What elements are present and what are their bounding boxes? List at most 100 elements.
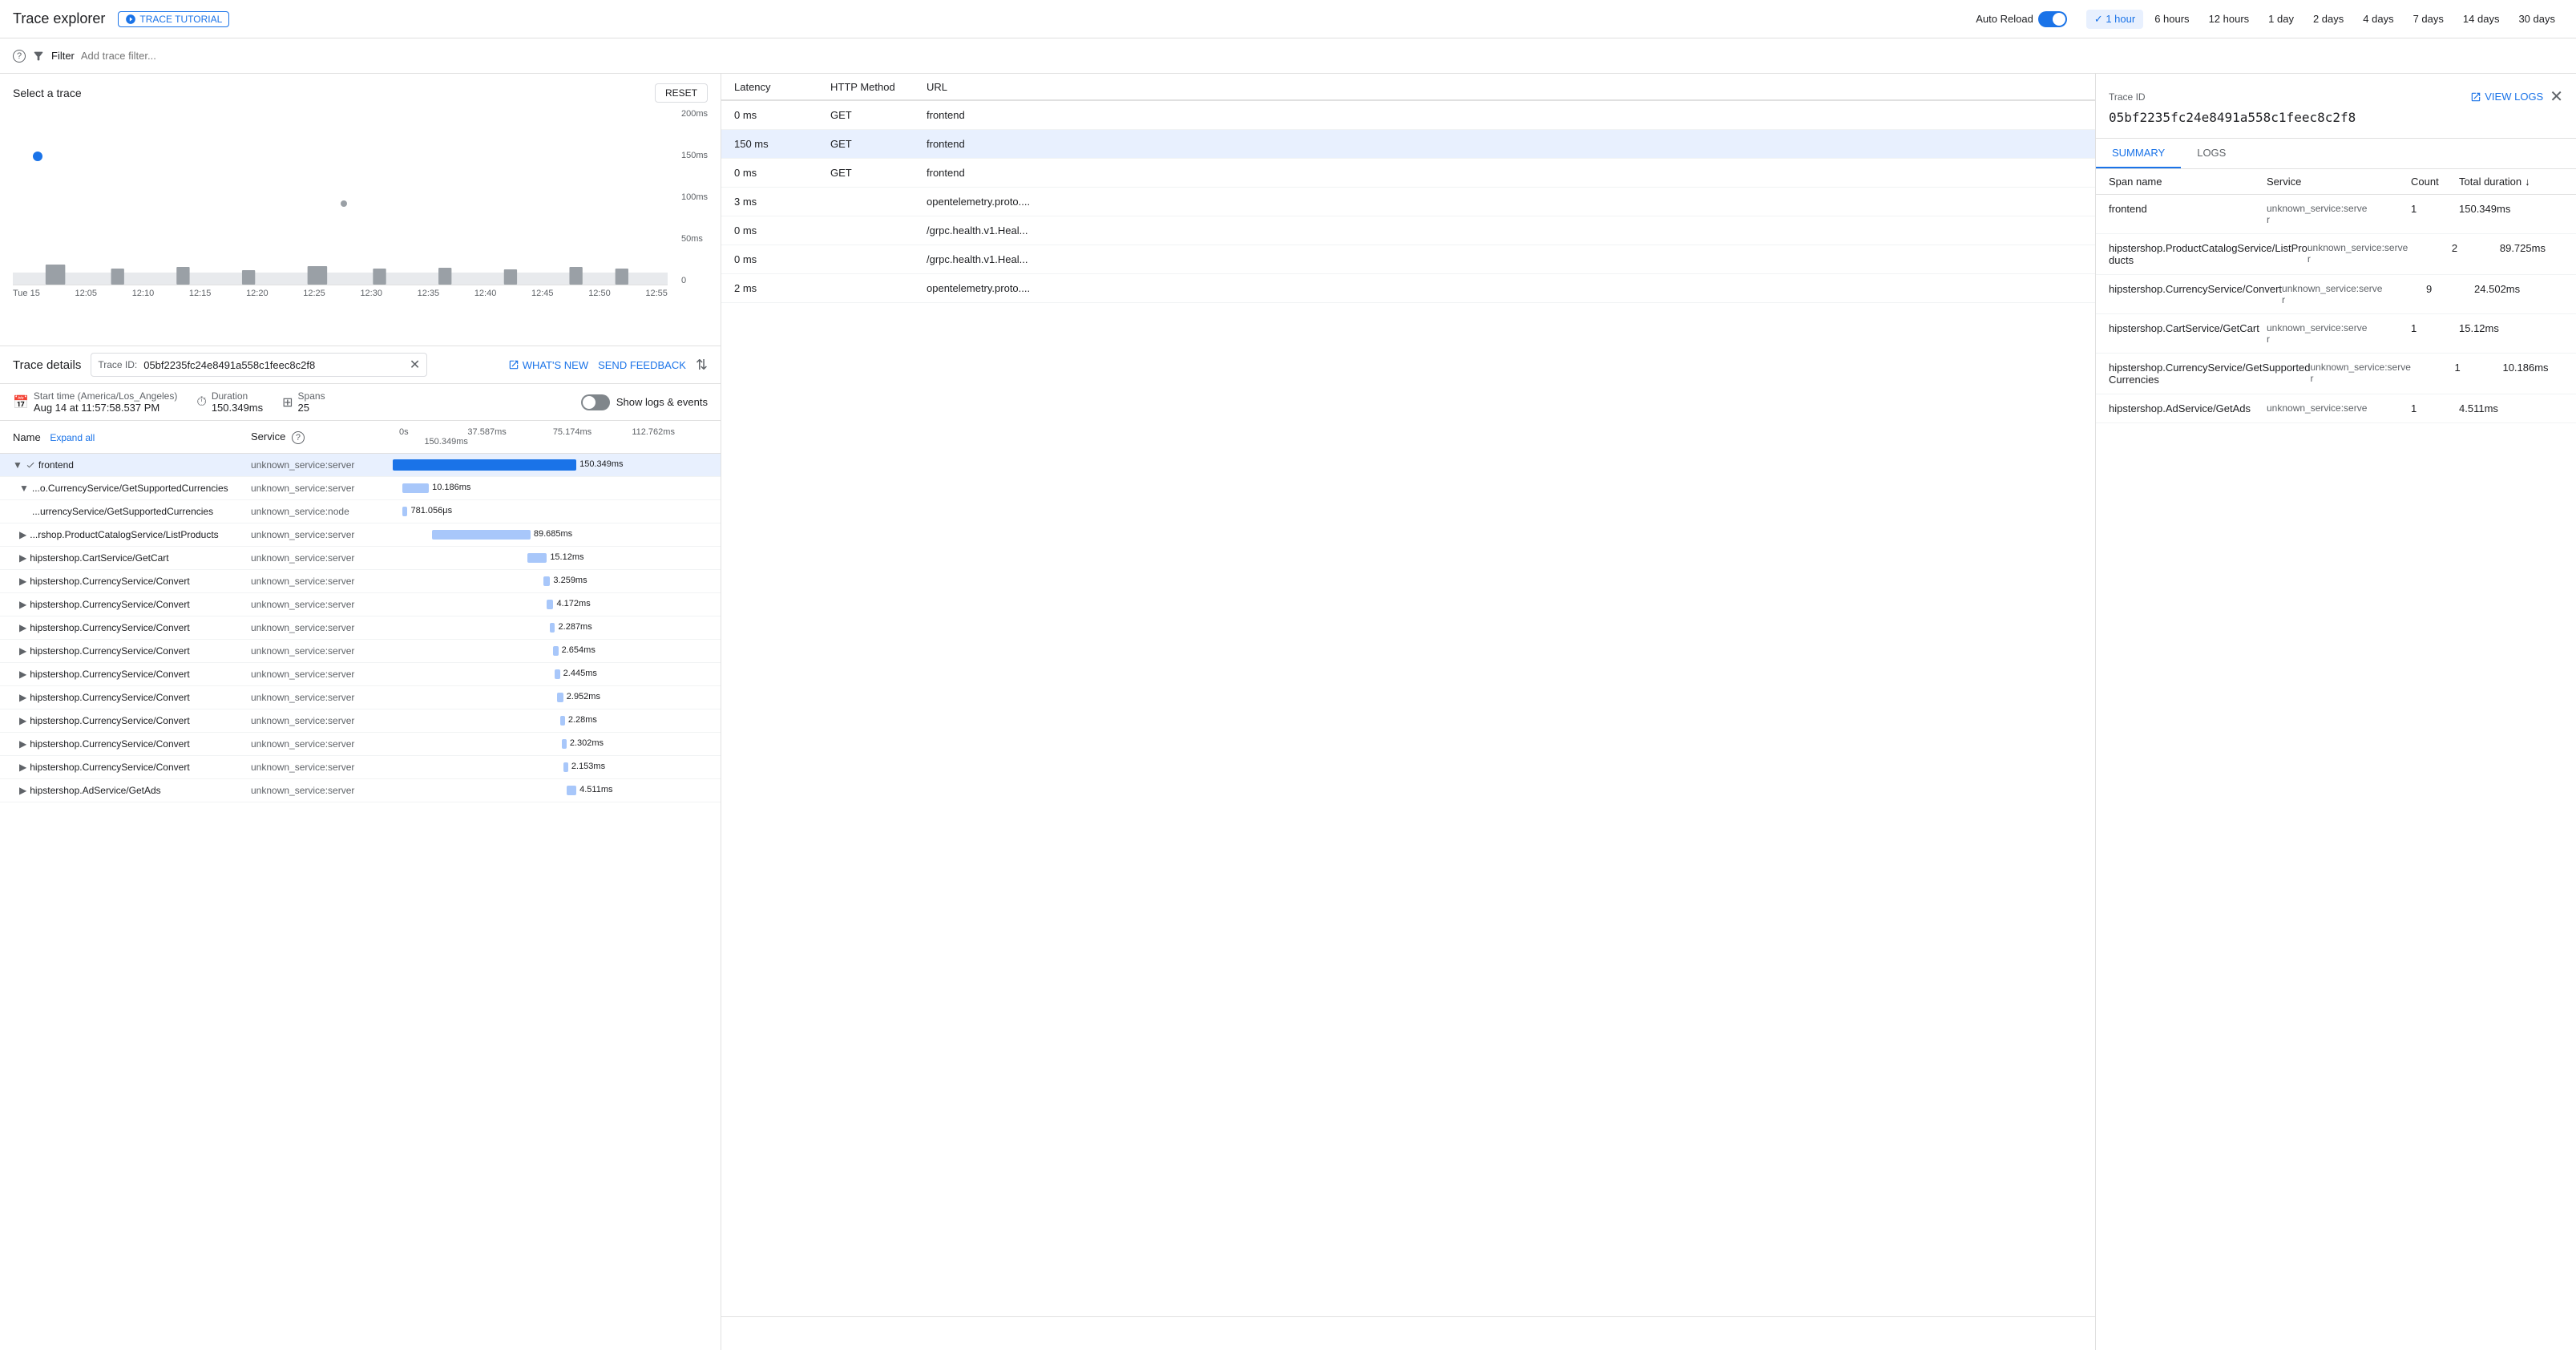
tutorial-badge[interactable]: TRACE TUTORIAL <box>118 11 229 27</box>
sr-count-supported-currencies: 1 <box>2454 362 2502 374</box>
filter-input[interactable] <box>81 50 2563 62</box>
spans-table: Name Expand all Service ? 0s 37.587ms 75… <box>0 421 721 1350</box>
reset-button[interactable]: RESET <box>655 83 708 103</box>
summary-table-header: Span name Service Count Total duration ↓ <box>2096 169 2576 195</box>
sr-count-catalog: 2 <box>2452 242 2500 254</box>
filter-bar: ? Filter <box>0 38 2576 74</box>
summary-row-supported-currencies[interactable]: hipstershop.CurrencyService/GetSupported… <box>2096 354 2576 394</box>
duration-item: ⏱ Duration 150.349ms <box>196 390 263 414</box>
time-btn-6hours[interactable]: 6 hours <box>2146 10 2197 28</box>
sr-duration-convert: 24.502ms <box>2474 283 2576 295</box>
summary-row-cart[interactable]: hipstershop.CartService/GetCart unknown_… <box>2096 314 2576 354</box>
x-label-3: 12:15 <box>189 289 212 298</box>
th-method: HTTP Method <box>830 81 927 93</box>
span-row-convert-8[interactable]: ▶ hipstershop.CurrencyService/Convert un… <box>0 733 721 756</box>
expand-icon-convert-9[interactable]: ▶ <box>19 762 26 773</box>
expand-icon-convert-3[interactable]: ▶ <box>19 622 26 633</box>
time-btn-4days[interactable]: 4 days <box>2355 10 2401 28</box>
span-row-convert-6[interactable]: ▶ hipstershop.CurrencyService/Convert un… <box>0 686 721 709</box>
help-icon[interactable]: ? <box>13 50 26 63</box>
expand-icon-convert-1[interactable]: ▶ <box>19 576 26 587</box>
expand-all-button[interactable]: Expand all <box>50 432 95 443</box>
x-label-2: 12:10 <box>132 289 155 298</box>
trace-id-input-box[interactable]: Trace ID: 05bf2235fc24e8491a558c1feec8c2… <box>91 353 427 377</box>
span-row-currency-get[interactable]: ▼ ...o.CurrencyService/GetSupportedCurre… <box>0 477 721 500</box>
expand-icon-frontend[interactable]: ▼ <box>13 459 22 471</box>
span-name-convert-8: ▶ hipstershop.CurrencyService/Convert <box>0 735 244 753</box>
expand-icon-convert-4[interactable]: ▶ <box>19 645 26 657</box>
span-row-convert-7[interactable]: ▶ hipstershop.CurrencyService/Convert un… <box>0 709 721 733</box>
time-btn-30days[interactable]: 30 days <box>2510 10 2563 28</box>
expand-icon-convert-8[interactable]: ▶ <box>19 738 26 750</box>
span-service-frontend: unknown_service:server <box>244 456 393 474</box>
auto-reload-toggle[interactable] <box>2038 11 2067 27</box>
expand-icon-cart[interactable]: ▶ <box>19 552 26 564</box>
span-service-currency-node: unknown_service:node <box>244 503 393 520</box>
span-row-convert-5[interactable]: ▶ hipstershop.CurrencyService/Convert un… <box>0 663 721 686</box>
show-logs-toggle[interactable]: Show logs & events <box>581 394 708 410</box>
span-row-currency-node[interactable]: ...urrencyService/GetSupportedCurrencies… <box>0 500 721 523</box>
expand-icon-convert-2[interactable]: ▶ <box>19 599 26 610</box>
span-row-cart[interactable]: ▶ hipstershop.CartService/GetCart unknow… <box>0 547 721 570</box>
spans-item: ⊞ Spans 25 <box>282 390 325 414</box>
span-name-convert-3: ▶ hipstershop.CurrencyService/Convert <box>0 619 244 637</box>
span-timeline-ads: 4.511ms <box>393 779 721 802</box>
time-btn-1day[interactable]: 1 day <box>2260 10 2302 28</box>
whats-new-icon <box>508 359 519 370</box>
expand-collapse-button[interactable]: ⇅ <box>696 357 708 374</box>
detail-trace-id-label: Trace ID <box>2109 91 2146 103</box>
span-row-frontend[interactable]: ▼ frontend unknown_service:server 150.34… <box>0 454 721 477</box>
summary-row-catalog[interactable]: hipstershop.ProductCatalogService/ListPr… <box>2096 234 2576 275</box>
sr-service-supported-currencies: unknown_service:server <box>2310 362 2454 384</box>
span-row-convert-4[interactable]: ▶ hipstershop.CurrencyService/Convert un… <box>0 640 721 663</box>
span-row-convert-3[interactable]: ▶ hipstershop.CurrencyService/Convert un… <box>0 616 721 640</box>
tab-summary[interactable]: SUMMARY <box>2096 139 2181 168</box>
span-row-convert-2[interactable]: ▶ hipstershop.CurrencyService/Convert un… <box>0 593 721 616</box>
expand-icon-currency-get[interactable]: ▼ <box>19 483 29 494</box>
span-row-ads[interactable]: ▶ hipstershop.AdService/GetAds unknown_s… <box>0 779 721 802</box>
chart-section: Select a trace RESET 200ms 150ms 100ms 5… <box>0 74 721 346</box>
sh-duration: Total duration ↓ <box>2459 176 2563 188</box>
time-btn-2days[interactable]: 2 days <box>2305 10 2352 28</box>
tutorial-label: TRACE TUTORIAL <box>139 14 222 25</box>
expand-icon-convert-7[interactable]: ▶ <box>19 715 26 726</box>
span-name-convert-1: ▶ hipstershop.CurrencyService/Convert <box>0 572 244 590</box>
whats-new-button[interactable]: WHAT'S NEW <box>508 359 588 371</box>
span-name-convert-6: ▶ hipstershop.CurrencyService/Convert <box>0 689 244 706</box>
span-service-convert-2: unknown_service:server <box>244 596 393 613</box>
span-row-convert-9[interactable]: ▶ hipstershop.CurrencyService/Convert un… <box>0 756 721 779</box>
span-timeline-convert-2: 4.172ms <box>393 593 721 616</box>
sr-name-cart: hipstershop.CartService/GetCart <box>2109 322 2267 334</box>
time-btn-1hour[interactable]: ✓ 1 hour <box>2086 10 2143 29</box>
show-logs-switch[interactable] <box>581 394 610 410</box>
span-row-convert-1[interactable]: ▶ hipstershop.CurrencyService/Convert un… <box>0 570 721 593</box>
view-logs-button[interactable]: VIEW LOGS <box>2470 91 2543 103</box>
summary-row-convert[interactable]: hipstershop.CurrencyService/Convert unkn… <box>2096 275 2576 314</box>
x-label-1: 12:05 <box>75 289 98 298</box>
chart-selected-point[interactable] <box>33 152 42 161</box>
summary-row-ads[interactable]: hipstershop.AdService/GetAds unknown_ser… <box>2096 394 2576 423</box>
span-name-convert-7: ▶ hipstershop.CurrencyService/Convert <box>0 712 244 730</box>
chart-canvas[interactable] <box>13 109 668 285</box>
span-name-catalog: ▶ ...rshop.ProductCatalogService/ListPro… <box>0 526 244 544</box>
span-row-catalog[interactable]: ▶ ...rshop.ProductCatalogService/ListPro… <box>0 523 721 547</box>
expand-icon-convert-6[interactable]: ▶ <box>19 692 26 703</box>
x-label-6: 12:30 <box>360 289 382 298</box>
expand-icon-catalog[interactable]: ▶ <box>19 529 26 540</box>
y-label-150: 150ms <box>681 151 708 160</box>
close-detail-button[interactable]: ✕ <box>2550 87 2563 107</box>
summary-row-frontend[interactable]: frontend unknown_service:server 1 150.34… <box>2096 195 2576 234</box>
time-btn-14days[interactable]: 14 days <box>2455 10 2508 28</box>
x-label-5: 12:25 <box>303 289 325 298</box>
trace-id-clear-button[interactable]: ✕ <box>410 357 420 373</box>
expand-icon-ads[interactable]: ▶ <box>19 785 26 796</box>
span-service-convert-7: unknown_service:server <box>244 712 393 730</box>
span-service-convert-6: unknown_service:server <box>244 689 393 706</box>
expand-icon-convert-5[interactable]: ▶ <box>19 669 26 680</box>
service-help-icon[interactable]: ? <box>292 431 305 444</box>
send-feedback-button[interactable]: SEND FEEDBACK <box>598 359 686 371</box>
time-btn-7days[interactable]: 7 days <box>2405 10 2452 28</box>
page-title: Trace explorer <box>13 10 105 27</box>
tab-logs[interactable]: LOGS <box>2181 139 2242 168</box>
time-btn-12hours[interactable]: 12 hours <box>2201 10 2258 28</box>
